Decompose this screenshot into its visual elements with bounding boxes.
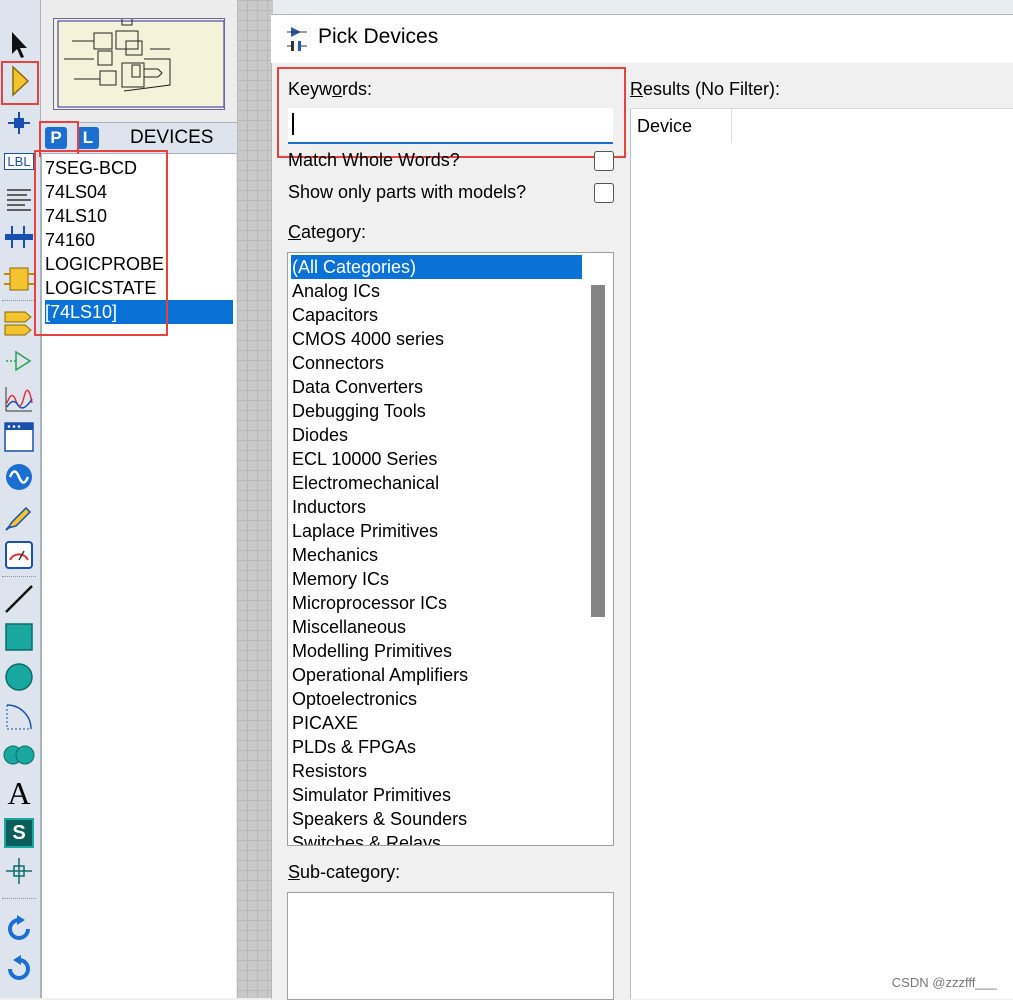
closed-path-icon[interactable]: [2, 738, 36, 772]
watermark: CSDN @zzzfff___: [891, 975, 997, 990]
rotate-clockwise-icon[interactable]: [2, 912, 36, 946]
category-item[interactable]: ECL 10000 Series: [291, 447, 582, 471]
dialog-title: Pick Devices: [318, 25, 439, 48]
library-manager-button[interactable]: L: [77, 127, 99, 149]
toolbar-divider: [2, 576, 36, 577]
results-table[interactable]: [630, 108, 1013, 999]
arc-icon[interactable]: [2, 700, 36, 734]
text-script-icon[interactable]: [2, 182, 36, 216]
match-whole-words-label: Match Whole Words?: [288, 150, 460, 170]
category-list[interactable]: (All Categories) Analog ICs Capacitors C…: [287, 252, 614, 846]
overview-window[interactable]: [53, 14, 225, 110]
category-item[interactable]: Analog ICs: [291, 279, 582, 303]
graph-icon[interactable]: [2, 382, 36, 416]
tape-recorder-icon[interactable]: [2, 420, 36, 454]
show-models-label: Show only parts with models?: [288, 182, 527, 202]
category-item[interactable]: PLDs & FPGAs: [291, 735, 582, 759]
match-whole-words-checkbox[interactable]: [594, 151, 614, 171]
category-item[interactable]: Capacitors: [291, 303, 582, 327]
category-item[interactable]: Inductors: [291, 495, 582, 519]
selection-mode-icon[interactable]: [2, 28, 36, 62]
rotate-anticlockwise-icon[interactable]: [2, 952, 36, 986]
category-item[interactable]: PICAXE: [291, 711, 582, 735]
category-item[interactable]: Switches & Relays: [291, 831, 582, 845]
virtual-instruments-icon[interactable]: [2, 538, 36, 572]
results-column-header[interactable]: Device: [631, 109, 732, 143]
component-mode-highlight: [1, 61, 39, 105]
toolbar-divider: [2, 300, 36, 301]
category-item[interactable]: Miscellaneous: [291, 615, 582, 639]
generator-icon[interactable]: [2, 460, 36, 494]
subcategory-label: Sub-category:: [288, 862, 401, 882]
category-item[interactable]: Operational Amplifiers: [291, 663, 582, 687]
category-item[interactable]: Diodes: [291, 423, 582, 447]
pick-devices-icon: [287, 27, 307, 51]
category-item-selected[interactable]: (All Categories): [291, 255, 582, 279]
category-item[interactable]: Speakers & Sounders: [291, 807, 582, 831]
show-models-checkbox[interactable]: [594, 183, 614, 203]
device-pins-icon[interactable]: [2, 344, 36, 378]
category-item[interactable]: Optoelectronics: [291, 687, 582, 711]
subcategory-list[interactable]: [287, 892, 614, 1000]
category-item[interactable]: Memory ICs: [291, 567, 582, 591]
schematic-canvas[interactable]: [237, 0, 273, 998]
toolbar-divider: [2, 898, 36, 899]
symbol-icon[interactable]: S: [2, 816, 36, 850]
category-item[interactable]: Debugging Tools: [291, 399, 582, 423]
keywords-highlight: [277, 67, 626, 158]
category-label: Category:: [288, 222, 367, 242]
category-item[interactable]: Simulator Primitives: [291, 783, 582, 807]
device-list-highlight: [34, 150, 168, 336]
category-item[interactable]: Laplace Primitives: [291, 519, 582, 543]
editor-top-strip: [273, 0, 1013, 15]
buses-icon[interactable]: [2, 220, 36, 254]
line-icon[interactable]: [2, 582, 36, 616]
junction-dot-icon[interactable]: [2, 106, 36, 140]
schematic-thumbnail: [57, 14, 225, 108]
wire-label-icon[interactable]: LBL: [2, 144, 36, 178]
subcircuit-icon[interactable]: [2, 262, 36, 296]
category-item[interactable]: Microprocessor ICs: [291, 591, 582, 615]
marker-icon[interactable]: [2, 854, 36, 888]
category-item[interactable]: Data Converters: [291, 375, 582, 399]
voltage-probe-icon[interactable]: [2, 500, 36, 534]
category-item[interactable]: Connectors: [291, 351, 582, 375]
category-item[interactable]: Modelling Primitives: [291, 639, 582, 663]
circle-icon[interactable]: [2, 660, 36, 694]
category-scrollbar-thumb[interactable]: [591, 285, 605, 617]
category-item[interactable]: CMOS 4000 series: [291, 327, 582, 351]
box-icon[interactable]: [2, 620, 36, 654]
category-item[interactable]: Electromechanical: [291, 471, 582, 495]
text-icon[interactable]: A: [2, 775, 36, 811]
device-column-label: Device: [637, 116, 693, 136]
category-item[interactable]: Mechanics: [291, 543, 582, 567]
category-item[interactable]: Resistors: [291, 759, 582, 783]
terminals-icon[interactable]: [2, 306, 36, 340]
results-label: Results (No Filter):: [630, 79, 781, 99]
devices-title: DEVICES: [130, 127, 214, 148]
